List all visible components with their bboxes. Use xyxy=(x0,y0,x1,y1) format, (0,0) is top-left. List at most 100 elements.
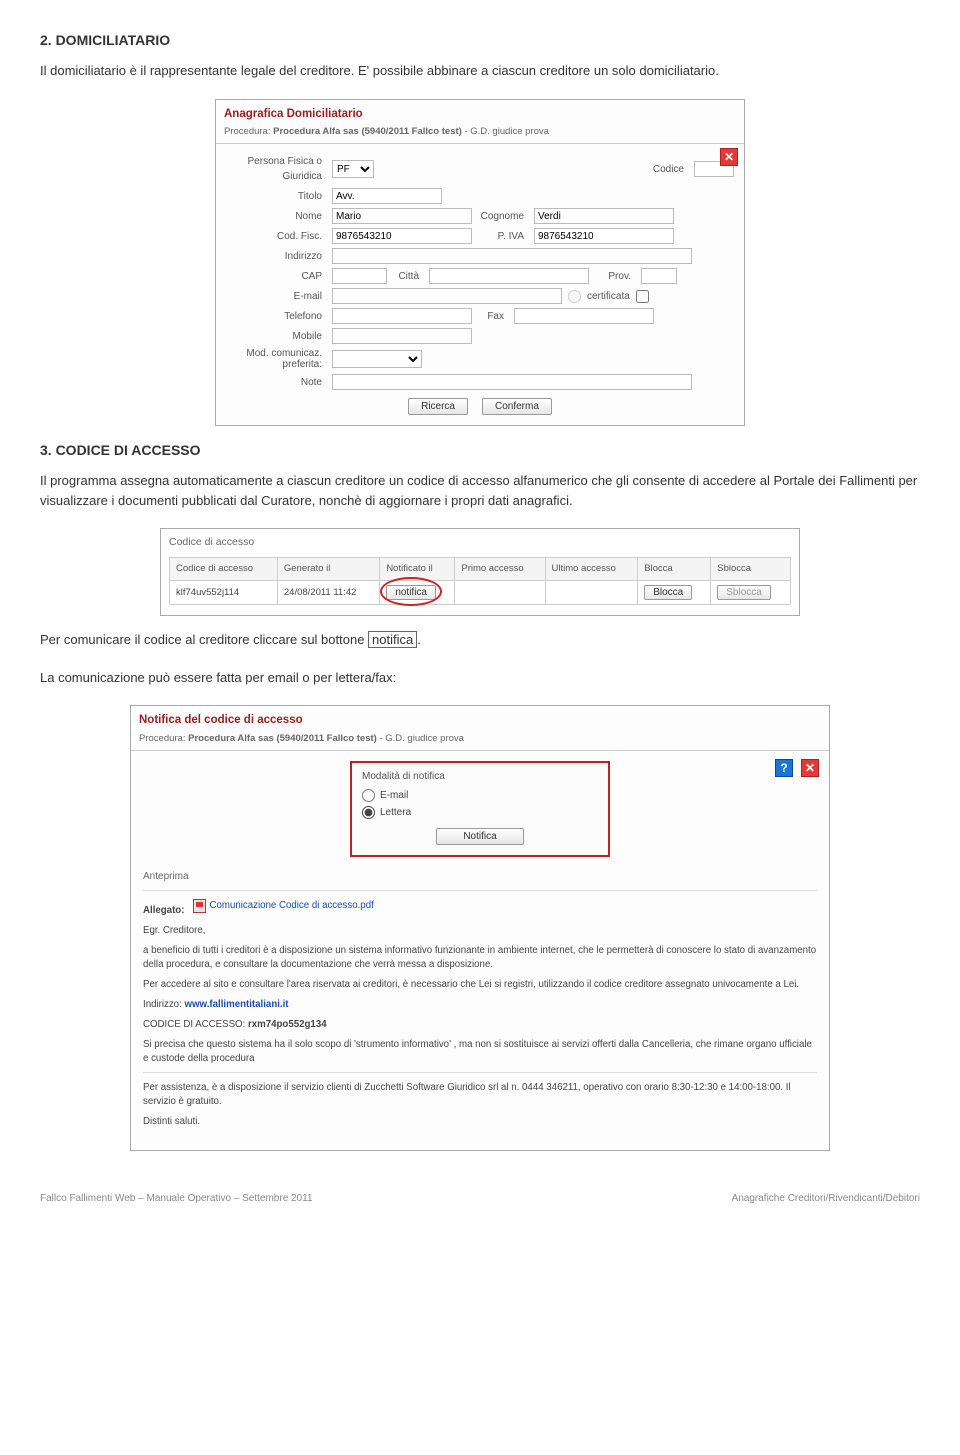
letter-l1: Egr. Creditore, xyxy=(143,924,817,938)
cell-codice: klf74uv552j114 xyxy=(170,581,278,605)
allegato-link[interactable]: Comunicazione Codice di accesso.pdf xyxy=(193,899,374,913)
telefono-label: Telefono xyxy=(226,309,326,324)
letter-l8: Distinti saluti. xyxy=(143,1115,817,1129)
pdf-icon xyxy=(193,899,206,913)
cell-ultimo xyxy=(545,581,638,605)
anagrafica-panel: Anagrafica Domiciliatario Procedura: Pro… xyxy=(215,99,745,427)
radio-email[interactable] xyxy=(362,789,375,802)
citta-field[interactable] xyxy=(429,268,589,284)
footer-left: Fallco Fallimenti Web – Manuale Operativ… xyxy=(40,1191,313,1206)
opt-lettera-label: Lettera xyxy=(380,805,411,820)
codfisc-label: Cod. Fisc. xyxy=(226,229,326,244)
conferma-button[interactable]: Conferma xyxy=(482,398,552,415)
piva-label: P. IVA xyxy=(478,229,528,244)
cap-label: CAP xyxy=(226,269,326,284)
page-footer: Fallco Fallimenti Web – Manuale Operativ… xyxy=(40,1191,920,1206)
cell-generato: 24/08/2011 11:42 xyxy=(277,581,379,605)
th-notificato: Notificato il xyxy=(380,557,455,580)
close-icon[interactable]: ✕ xyxy=(801,759,819,777)
telefono-field[interactable] xyxy=(332,308,472,324)
nome-label: Nome xyxy=(226,209,326,224)
titolo-field[interactable] xyxy=(332,188,442,204)
th-codice: Codice di accesso xyxy=(170,557,278,580)
blocca-button[interactable]: Blocca xyxy=(644,585,692,600)
cell-primo xyxy=(455,581,545,605)
persona-select[interactable]: PF xyxy=(332,160,374,178)
fax-label: Fax xyxy=(478,309,508,324)
codice-accesso-panel: Codice di accesso Codice di accesso Gene… xyxy=(160,528,800,616)
anteprima-label: Anteprima xyxy=(143,869,817,884)
panel1-sub-prefix: Procedura: xyxy=(224,126,273,137)
ricerca-button[interactable]: Ricerca xyxy=(408,398,468,415)
letter-l2: a beneficio di tutti i creditori è a dis… xyxy=(143,944,817,972)
letter-l4: Indirizzo: www.fallimentitaliani.it xyxy=(143,998,817,1012)
panel1-sub-suffix: - G.D. giudice prova xyxy=(462,126,549,137)
th-primo: Primo accesso xyxy=(455,557,545,580)
codfisc-field[interactable] xyxy=(332,228,472,244)
modalita-box: Modalità di notifica E-mail Lettera Noti… xyxy=(350,761,610,857)
help-icon[interactable]: ? xyxy=(775,759,793,777)
indirizzo-label: Indirizzo xyxy=(226,249,326,264)
codice-label: Codice xyxy=(638,162,688,177)
cognome-field[interactable] xyxy=(534,208,674,224)
cap-field[interactable] xyxy=(332,268,387,284)
radio-lettera[interactable] xyxy=(362,806,375,819)
codice-table: Codice di accesso Generato il Notificato… xyxy=(169,557,791,606)
notifica-button[interactable]: Notifica xyxy=(436,828,523,845)
para-notifica-post: . xyxy=(417,632,421,647)
letter-l7: Per assistenza, è a disposizione il serv… xyxy=(143,1081,817,1109)
letter-l6: Si precisa che questo sistema ha il solo… xyxy=(143,1038,817,1066)
allegato-lbl: Allegato: xyxy=(143,905,184,916)
sblocca-button[interactable]: Sblocca xyxy=(717,585,771,600)
email-field[interactable] xyxy=(332,288,562,304)
panel3-sub-suffix: - G.D. giudice prova xyxy=(377,733,464,744)
modalita-title: Modalità di notifica xyxy=(362,769,598,784)
section2-para: Il domiciliatario è il rappresentante le… xyxy=(40,61,920,81)
panel3-subtitle: Procedura: Procedura Alfa sas (5940/2011… xyxy=(139,732,821,746)
th-sblocca: Sblocca xyxy=(711,557,791,580)
panel3-sub-prefix: Procedura: xyxy=(139,733,188,744)
mobile-field[interactable] xyxy=(332,328,472,344)
para-notifica-pre: Per comunicare il codice al creditore cl… xyxy=(40,632,368,647)
panel2-group: Codice di accesso xyxy=(169,535,791,551)
panel3-sub-bold: Procedura Alfa sas (5940/2011 Fallco tes… xyxy=(188,733,377,744)
fax-field[interactable] xyxy=(514,308,654,324)
th-generato: Generato il xyxy=(277,557,379,580)
cert-radio-off[interactable] xyxy=(568,290,581,303)
cell-sblocca: Sblocca xyxy=(711,581,791,605)
nome-field[interactable] xyxy=(332,208,472,224)
panel1-sub-bold: Procedura Alfa sas (5940/2011 Fallco tes… xyxy=(273,126,462,137)
letter-l5: CODICE DI ACCESSO: rxm74po552g134 xyxy=(143,1018,817,1032)
notifica-inline-box: notifica xyxy=(368,631,417,648)
letter-l5-code: rxm74po552g134 xyxy=(248,1019,327,1030)
cell-blocca: Blocca xyxy=(638,581,711,605)
note-field[interactable] xyxy=(332,374,692,390)
notifica-row-button[interactable]: notifica xyxy=(386,585,436,600)
close-icon[interactable]: ✕ xyxy=(720,148,738,166)
certificata-check[interactable] xyxy=(636,290,649,303)
prov-field[interactable] xyxy=(641,268,677,284)
note-label: Note xyxy=(226,375,326,390)
letter-l4-link[interactable]: www.fallimentitaliani.it xyxy=(184,999,288,1010)
cell-notificato: notifica xyxy=(380,581,455,605)
indirizzo-field[interactable] xyxy=(332,248,692,264)
titolo-label: Titolo xyxy=(226,189,326,204)
piva-field[interactable] xyxy=(534,228,674,244)
email-label: E-mail xyxy=(226,289,326,304)
section3-para: Il programma assegna automaticamente a c… xyxy=(40,471,920,510)
footer-right: Anagrafiche Creditori/Rivendicanti/Debit… xyxy=(732,1191,920,1206)
notifica-codice-panel: Notifica del codice di accesso Procedura… xyxy=(130,705,830,1150)
panel1-subtitle: Procedura: Procedura Alfa sas (5940/2011… xyxy=(224,125,736,139)
letter-l3: Per accedere al sito e consultare l'area… xyxy=(143,978,817,992)
th-blocca: Blocca xyxy=(638,557,711,580)
section2-heading: 2. DOMICILIATARIO xyxy=(40,30,920,51)
section3-heading: 3. CODICE DI ACCESSO xyxy=(40,440,920,461)
certificata-label: certificata xyxy=(587,289,630,304)
panel3-title: Notifica del codice di accesso xyxy=(139,712,821,729)
mobile-label: Mobile xyxy=(226,329,326,344)
allegato-name: Comunicazione Codice di accesso.pdf xyxy=(210,899,374,913)
th-ultimo: Ultimo accesso xyxy=(545,557,638,580)
para-email: La comunicazione può essere fatta per em… xyxy=(40,668,920,688)
modcom-select[interactable] xyxy=(332,350,422,368)
opt-email-label: E-mail xyxy=(380,788,408,803)
